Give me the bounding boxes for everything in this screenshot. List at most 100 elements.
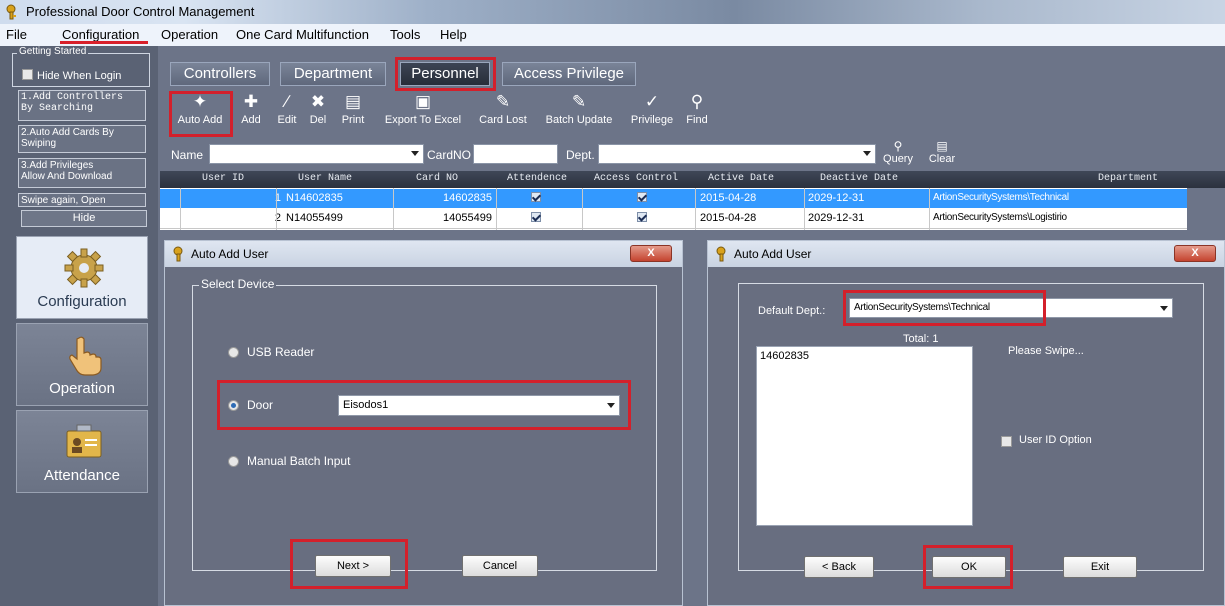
col-access-control[interactable]: Access Control bbox=[594, 173, 678, 184]
chevron-down-icon bbox=[1160, 306, 1168, 311]
col-active-date[interactable]: Active Date bbox=[708, 173, 774, 184]
gear-icon bbox=[64, 248, 104, 288]
nav-configuration-label: Configuration bbox=[37, 293, 127, 310]
tab-access-privilege[interactable]: Access Privilege bbox=[502, 62, 636, 86]
access-control-checkbox[interactable] bbox=[637, 212, 647, 222]
col-card-no[interactable]: Card NO bbox=[416, 173, 458, 184]
menu-help[interactable]: Help bbox=[440, 27, 467, 42]
cell-card-no: 14602835 bbox=[443, 192, 492, 204]
menu-operation[interactable]: Operation bbox=[161, 27, 218, 42]
name-label: Name bbox=[171, 148, 204, 162]
attendance-checkbox[interactable] bbox=[531, 212, 541, 222]
clear-button[interactable]: ▤ Clear bbox=[926, 139, 958, 165]
find-button[interactable]: ⚲ Find bbox=[684, 92, 710, 126]
grid-divider bbox=[804, 188, 805, 230]
dept-label: Dept. bbox=[566, 148, 595, 162]
usb-reader-radio[interactable] bbox=[228, 347, 239, 358]
table-row[interactable]: 1 N14602835 14602835 2015-04-28 2029-12-… bbox=[160, 189, 1187, 208]
window-title: Professional Door Control Management bbox=[26, 4, 255, 19]
step-auto-add-cards[interactable]: 2.Auto Add Cards By Swiping bbox=[18, 125, 146, 153]
col-user-id[interactable]: User ID bbox=[202, 173, 244, 184]
hide-button[interactable]: Hide bbox=[21, 210, 147, 227]
cell-deactive-date: 2029-12-31 bbox=[808, 192, 865, 204]
query-label: Query bbox=[883, 153, 913, 165]
door-highlight-box bbox=[217, 380, 631, 430]
user-id-option-label: User ID Option bbox=[1019, 434, 1092, 446]
default-dept-label: Default Dept.: bbox=[758, 305, 826, 317]
tab-department[interactable]: Department bbox=[280, 62, 386, 86]
tab-controllers[interactable]: Controllers bbox=[170, 62, 270, 86]
batch-update-label: Batch Update bbox=[545, 114, 613, 126]
batch-update-button[interactable]: ✎ Batch Update bbox=[538, 92, 620, 126]
cell-deactive-date: 2029-12-31 bbox=[808, 212, 865, 224]
privilege-label: Privilege bbox=[630, 114, 674, 126]
nav-configuration[interactable]: Configuration bbox=[16, 236, 148, 319]
cell-user-name: N14055499 bbox=[286, 212, 343, 224]
delete-button[interactable]: ✖ Del bbox=[305, 92, 331, 126]
search-icon: ⚲ bbox=[690, 92, 704, 111]
close-button[interactable]: X bbox=[630, 245, 672, 262]
pencil-icon: ∕ bbox=[285, 92, 289, 111]
attendance-checkbox[interactable] bbox=[531, 192, 541, 202]
export-excel-button[interactable]: ▣ Export To Excel bbox=[376, 92, 470, 126]
hide-when-login-checkbox[interactable]: Hide When Login bbox=[22, 69, 121, 82]
dept-select[interactable] bbox=[598, 144, 876, 164]
chevron-down-icon bbox=[863, 151, 871, 156]
ok-highlight-box bbox=[923, 545, 1013, 589]
menu-tools[interactable]: Tools bbox=[390, 27, 420, 42]
col-attendance[interactable]: Attendence bbox=[507, 173, 567, 184]
nav-attendance[interactable]: Attendance bbox=[16, 410, 148, 493]
dialog-title-bar: Auto Add User X bbox=[165, 241, 682, 267]
name-input[interactable] bbox=[209, 144, 424, 164]
nav-operation[interactable]: Operation bbox=[16, 323, 148, 406]
hide-when-login-label: Hide When Login bbox=[37, 70, 122, 82]
cardno-input[interactable] bbox=[473, 144, 558, 164]
add-label: Add bbox=[241, 114, 261, 126]
edit-button[interactable]: ∕ Edit bbox=[273, 92, 301, 126]
menu-file[interactable]: File bbox=[6, 27, 27, 42]
swiped-cards-list[interactable]: 14602835 bbox=[756, 346, 973, 526]
table-row[interactable]: 2 N14055499 14055499 2015-04-28 2029-12-… bbox=[160, 209, 1187, 228]
please-swipe-label: Please Swipe... bbox=[1008, 345, 1084, 357]
privilege-button[interactable]: ✓ Privilege bbox=[626, 92, 678, 126]
exit-button[interactable]: Exit bbox=[1063, 556, 1137, 578]
card-lost-icon: ✎ bbox=[495, 92, 511, 111]
access-control-checkbox[interactable] bbox=[637, 192, 647, 202]
query-button[interactable]: ⚲ Query bbox=[880, 139, 916, 165]
menu-configuration[interactable]: Configuration bbox=[62, 27, 139, 42]
add-button[interactable]: ✚ Add bbox=[238, 92, 264, 126]
manual-batch-input-radio[interactable] bbox=[228, 456, 239, 467]
auto-add-highlight-box bbox=[169, 91, 233, 137]
col-department[interactable]: Department bbox=[1098, 173, 1158, 184]
manual-batch-input-label: Manual Batch Input bbox=[247, 454, 351, 468]
back-button[interactable]: < Back bbox=[804, 556, 874, 578]
grid-divider bbox=[276, 188, 277, 230]
total-label: Total: 1 bbox=[903, 333, 939, 345]
key-icon bbox=[173, 246, 183, 262]
export-excel-label: Export To Excel bbox=[384, 114, 462, 126]
cardno-label: CardNO bbox=[427, 148, 472, 162]
printer-icon: ▤ bbox=[344, 92, 362, 111]
getting-started-title: Getting Started bbox=[17, 46, 89, 57]
print-button[interactable]: ▤ Print bbox=[336, 92, 370, 126]
clear-label: Clear bbox=[928, 153, 956, 165]
list-item[interactable]: 14602835 bbox=[760, 350, 809, 362]
grid-header: User ID User Name Card NO Attendence Acc… bbox=[160, 171, 1225, 188]
step-add-privileges[interactable]: 3.Add Privileges Allow And Download bbox=[18, 158, 146, 188]
col-user-name[interactable]: User Name bbox=[298, 173, 352, 184]
usb-reader-label: USB Reader bbox=[247, 345, 315, 359]
search-icon: ⚲ bbox=[893, 139, 903, 153]
cancel-button[interactable]: Cancel bbox=[462, 555, 538, 577]
plus-icon: ✚ bbox=[243, 92, 259, 111]
user-id-option-checkbox[interactable] bbox=[1001, 436, 1012, 447]
menu-one-card-multifunction[interactable]: One Card Multifunction bbox=[236, 27, 369, 42]
card-lost-button[interactable]: ✎ Card Lost bbox=[474, 92, 532, 126]
cell-user-name: N14602835 bbox=[286, 192, 343, 204]
grid-divider bbox=[160, 228, 1187, 229]
col-deactive-date[interactable]: Deactive Date bbox=[820, 173, 898, 184]
close-button[interactable]: X bbox=[1174, 245, 1216, 262]
configuration-highlight-underline bbox=[60, 41, 148, 44]
grid-divider bbox=[695, 188, 696, 230]
step-swipe-again[interactable]: Swipe again, Open bbox=[18, 193, 146, 207]
step-add-controllers[interactable]: 1.Add Controllers By Searching bbox=[18, 90, 146, 121]
